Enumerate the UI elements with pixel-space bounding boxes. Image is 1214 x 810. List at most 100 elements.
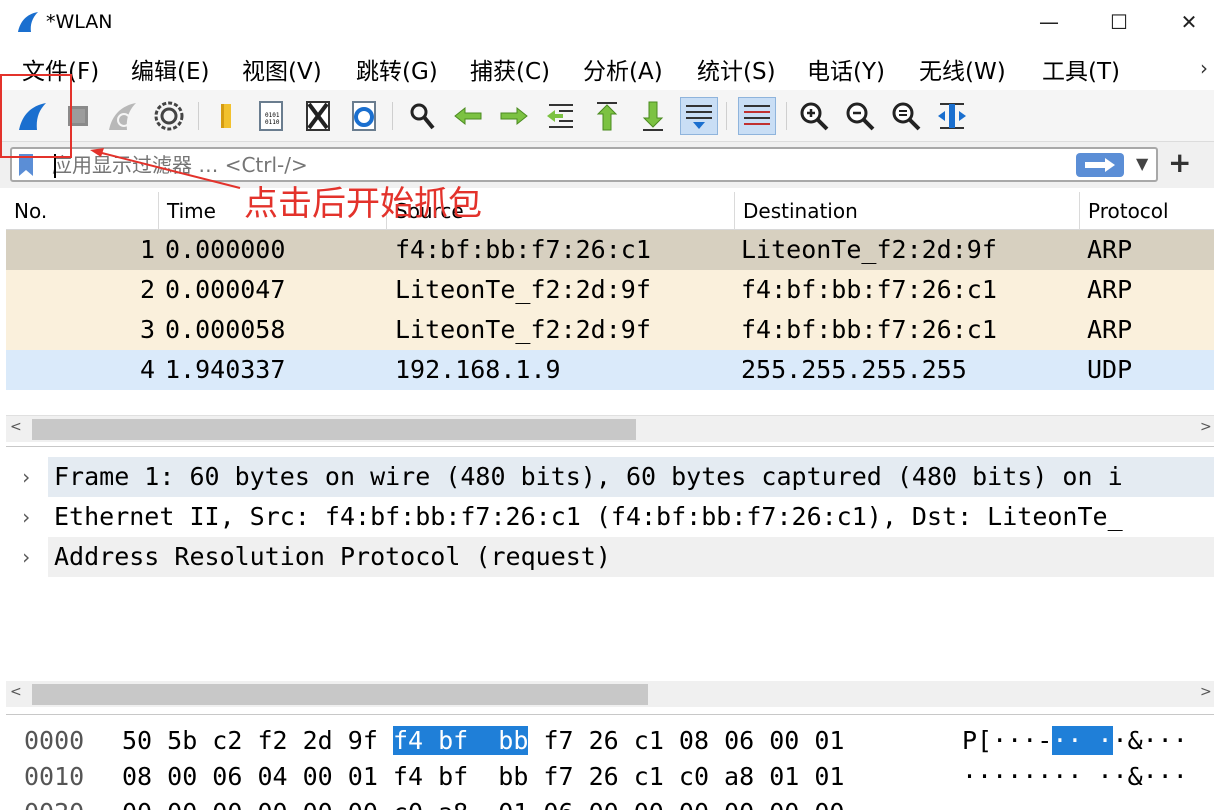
packet-time: 0.000000 bbox=[165, 235, 286, 264]
display-filter-input[interactable] bbox=[52, 152, 1012, 178]
go-first-icon[interactable] bbox=[588, 97, 626, 135]
go-back-icon[interactable] bbox=[449, 97, 487, 135]
column-header-protocol[interactable]: Protocol bbox=[1080, 192, 1214, 230]
column-header-no[interactable]: No. bbox=[6, 192, 159, 230]
packet-list-scrollbar[interactable]: < > bbox=[6, 415, 1214, 442]
zoom-out-icon[interactable] bbox=[841, 97, 879, 135]
packet-bytes: 0000 50 5b c2 f2 2d 9f f4 bf bb f7 26 c1 … bbox=[6, 714, 1214, 810]
menu-edit[interactable]: 编辑(E) bbox=[131, 52, 209, 86]
apply-filter-button[interactable] bbox=[1076, 153, 1124, 177]
bytes-hex[interactable]: 08 00 06 04 00 01 f4 bf bb f7 26 c1 c0 a… bbox=[122, 759, 844, 795]
menu-go[interactable]: 跳转(G) bbox=[356, 52, 438, 86]
packet-row[interactable]: 1 0.000000 f4:bf:bb:f7:26:c1 LiteonTe_f2:2d… bbox=[6, 230, 1214, 270]
expand-chevron-icon[interactable]: › bbox=[20, 457, 32, 497]
restart-capture-icon[interactable] bbox=[103, 97, 141, 135]
packet-protocol: UDP bbox=[1087, 355, 1133, 384]
packet-no: 2 bbox=[139, 275, 155, 304]
bytes-ascii-part: P[···- bbox=[962, 726, 1053, 755]
packet-no: 3 bbox=[139, 315, 155, 344]
menu-bar: 文件(F) 编辑(E) 视图(V) 跳转(G) 捕获(C) 分析(A) 统计(S… bbox=[0, 44, 1214, 90]
packet-details: › Frame 1: 60 bytes on wire (480 bits), 6… bbox=[6, 446, 1214, 710]
menu-capture[interactable]: 捕获(C) bbox=[470, 52, 550, 86]
menu-telephony[interactable]: 电话(Y) bbox=[807, 52, 885, 86]
minimize-button[interactable]: — bbox=[1026, 6, 1072, 38]
svg-text:0110: 0110 bbox=[265, 119, 280, 126]
toolbar-separator bbox=[392, 102, 393, 130]
bytes-ascii[interactable]: P[···-·· ··&··· bbox=[962, 723, 1188, 759]
toolbar-separator bbox=[726, 102, 727, 130]
normal-size-icon[interactable] bbox=[887, 97, 925, 135]
scroll-left-icon[interactable]: < bbox=[10, 419, 22, 435]
resize-columns-icon[interactable] bbox=[933, 97, 971, 135]
packet-destination: 255.255.255.255 bbox=[741, 355, 967, 384]
scrollbar-thumb[interactable] bbox=[32, 419, 636, 440]
packet-list: No. Time Source Destination Protocol 1 0.… bbox=[6, 192, 1214, 442]
svg-text:0101: 0101 bbox=[265, 112, 280, 119]
packet-row[interactable]: 3 0.000058 LiteonTe_f2:2d:9f f4:bf:bb:f7:26… bbox=[6, 310, 1214, 350]
bytes-hex[interactable]: 00 00 00 00 00 00 c0 a8 01 06 00 00 00 0… bbox=[122, 795, 844, 810]
capture-options-icon[interactable] bbox=[150, 97, 188, 135]
bytes-offset: 0010 bbox=[24, 762, 85, 791]
save-file-icon[interactable]: 0101 0110 bbox=[252, 97, 290, 135]
maximize-button[interactable]: ☐ bbox=[1096, 6, 1142, 38]
auto-scroll-icon[interactable] bbox=[680, 97, 718, 135]
arrow-right-icon bbox=[1085, 158, 1115, 172]
bytes-offset: 0020 bbox=[24, 795, 84, 810]
go-to-packet-icon[interactable] bbox=[542, 97, 580, 135]
packet-source: LiteonTe_f2:2d:9f bbox=[395, 275, 651, 304]
expand-chevron-icon[interactable]: › bbox=[20, 497, 32, 537]
menu-wireless[interactable]: 无线(W) bbox=[919, 52, 1006, 86]
add-filter-button[interactable]: + bbox=[1168, 146, 1191, 179]
packet-destination: f4:bf:bb:f7:26:c1 bbox=[741, 275, 997, 304]
menu-statistics[interactable]: 统计(S) bbox=[697, 52, 776, 86]
details-row[interactable]: › Ethernet II, Src: f4:bf:bb:f7:26:c1 (f4… bbox=[6, 497, 1214, 537]
details-scrollbar[interactable]: < > bbox=[6, 681, 1214, 707]
annotation-box bbox=[0, 74, 72, 158]
packet-time: 0.000047 bbox=[165, 275, 286, 304]
menu-view[interactable]: 视图(V) bbox=[242, 52, 322, 86]
close-file-icon[interactable] bbox=[299, 97, 337, 135]
bytes-row: 0020 00 00 00 00 00 00 c0 a8 01 06 00 00 … bbox=[6, 795, 1214, 810]
details-row-text: Address Resolution Protocol (request) bbox=[48, 537, 1214, 577]
packet-protocol: ARP bbox=[1087, 235, 1133, 264]
menu-analyze[interactable]: 分析(A) bbox=[583, 52, 663, 86]
packet-no: 1 bbox=[139, 235, 155, 264]
scroll-right-icon[interactable]: > bbox=[1200, 684, 1212, 700]
details-row-text: Ethernet II, Src: f4:bf:bb:f7:26:c1 (f4:… bbox=[48, 497, 1214, 537]
go-forward-icon[interactable] bbox=[495, 97, 533, 135]
details-row[interactable]: › Address Resolution Protocol (request) bbox=[6, 537, 1214, 577]
packet-row[interactable]: 2 0.000047 LiteonTe_f2:2d:9f f4:bf:bb:f7:26… bbox=[6, 270, 1214, 310]
display-filter-box: ▼ bbox=[10, 147, 1158, 182]
packet-time: 0.000058 bbox=[165, 315, 286, 344]
bytes-row: 0000 50 5b c2 f2 2d 9f f4 bf bb f7 26 c1 … bbox=[6, 723, 1214, 759]
expand-chevron-icon[interactable]: › bbox=[20, 537, 32, 577]
bytes-hex[interactable]: 50 5b c2 f2 2d 9f f4 bf bb f7 26 c1 08 0… bbox=[122, 723, 844, 759]
scroll-left-icon[interactable]: < bbox=[10, 684, 22, 700]
toolbar-separator bbox=[198, 102, 199, 130]
colorize-icon[interactable] bbox=[738, 97, 776, 135]
reload-file-icon[interactable] bbox=[345, 97, 383, 135]
go-last-icon[interactable] bbox=[634, 97, 672, 135]
bytes-row: 0010 08 00 06 04 00 01 f4 bf bb f7 26 c1 … bbox=[6, 759, 1214, 795]
toolbar-separator bbox=[786, 102, 787, 130]
scroll-right-icon[interactable]: > bbox=[1200, 419, 1212, 435]
bytes-hex-part: 08 00 06 04 00 01 f4 bf bb f7 26 c1 c0 a… bbox=[122, 762, 845, 791]
close-button[interactable]: ✕ bbox=[1166, 6, 1212, 38]
bytes-ascii[interactable]: ········ ··&··· bbox=[962, 759, 1188, 795]
window-title: *WLAN bbox=[46, 11, 113, 33]
bytes-offset: 0000 bbox=[24, 726, 85, 755]
column-header-destination[interactable]: Destination bbox=[735, 192, 1080, 230]
menu-tools[interactable]: 工具(T) bbox=[1042, 52, 1120, 86]
zoom-in-icon[interactable] bbox=[795, 97, 833, 135]
bytes-ascii-part: ········ ··&··· bbox=[962, 762, 1188, 791]
find-packet-icon[interactable] bbox=[403, 97, 441, 135]
menu-overflow-icon[interactable]: › bbox=[1200, 56, 1208, 80]
scrollbar-thumb[interactable] bbox=[32, 684, 648, 705]
bytes-hex-part: f7 26 c1 08 06 00 01 bbox=[528, 726, 845, 755]
details-row[interactable]: › Frame 1: 60 bytes on wire (480 bits), 6… bbox=[6, 457, 1214, 497]
chevron-down-icon[interactable]: ▼ bbox=[1136, 154, 1148, 173]
packet-source: 192.168.1.9 bbox=[395, 355, 561, 384]
packet-list-header: No. Time Source Destination Protocol bbox=[6, 192, 1214, 230]
open-file-icon[interactable] bbox=[206, 97, 244, 135]
packet-row[interactable]: 4 1.940337 192.168.1.9 255.255.255.255 UDP bbox=[6, 350, 1214, 390]
